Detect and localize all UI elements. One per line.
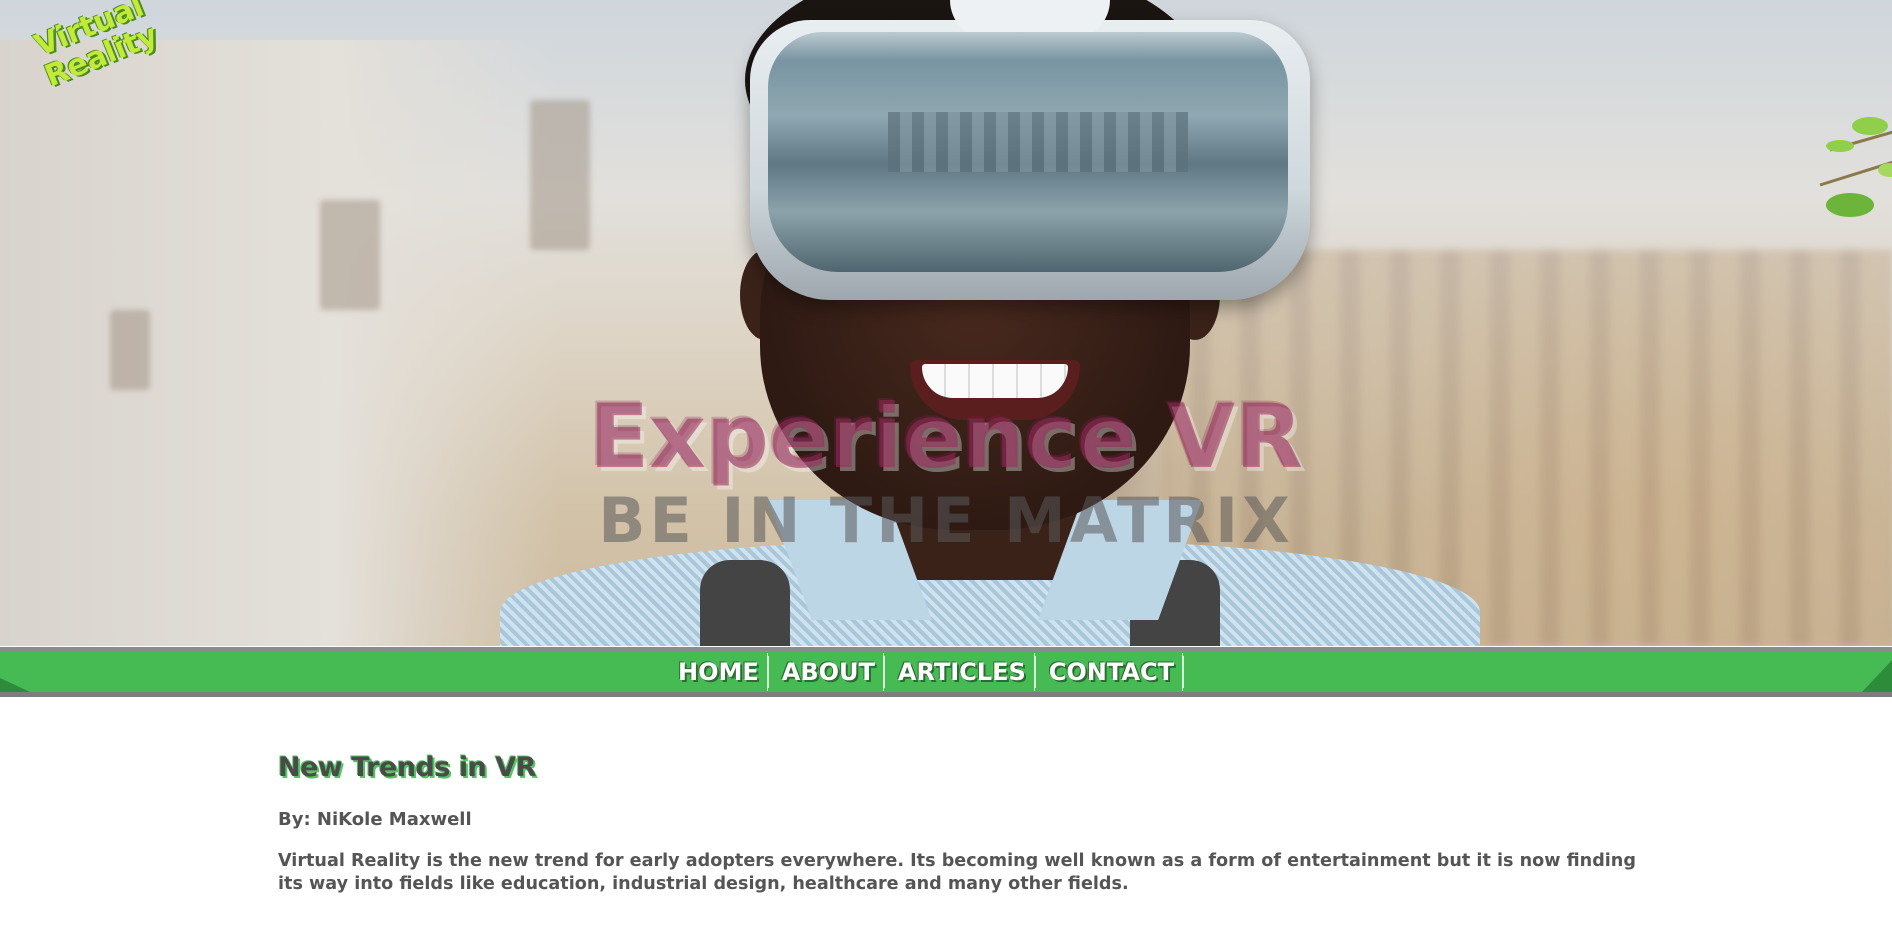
article: New Trends in VR By: NiKole Maxwell Virt… bbox=[278, 752, 1638, 896]
nav-list: HOME ABOUT ARTICLES CONTACT bbox=[670, 651, 1189, 692]
nav-link-articles[interactable]: ARTICLES bbox=[898, 658, 1026, 686]
hero-title: Experience VR bbox=[589, 385, 1303, 488]
hero-subtitle: BE IN THE MATRIX bbox=[598, 484, 1294, 557]
nav-item-about[interactable]: ABOUT bbox=[774, 652, 884, 691]
nav-item-articles[interactable]: ARTICLES bbox=[890, 652, 1035, 691]
nav-item-home[interactable]: HOME bbox=[670, 652, 768, 691]
nav-corner-left bbox=[0, 678, 30, 692]
hero-background-wall bbox=[0, 40, 560, 646]
backpack-strap-left bbox=[700, 560, 790, 646]
article-byline: By: NiKole Maxwell bbox=[278, 809, 472, 830]
hero-banner: Experience VR BE IN THE MATRIX Virtual R… bbox=[0, 0, 1892, 646]
vr-headset bbox=[750, 0, 1310, 300]
nav-link-contact[interactable]: CONTACT bbox=[1049, 658, 1174, 686]
article-body: Virtual Reality is the new trend for ear… bbox=[278, 851, 1636, 894]
main-nav: HOME ABOUT ARTICLES CONTACT bbox=[0, 647, 1892, 697]
visor-reflection bbox=[888, 112, 1188, 172]
leaves-decoration bbox=[1819, 117, 1892, 217]
nav-item-contact[interactable]: CONTACT bbox=[1041, 652, 1183, 691]
hero-background-window bbox=[110, 310, 150, 390]
nav-link-home[interactable]: HOME bbox=[678, 658, 759, 686]
nav-link-about[interactable]: ABOUT bbox=[782, 658, 875, 686]
hero-background-window bbox=[530, 100, 590, 250]
headset-visor bbox=[768, 32, 1288, 272]
hero-background-window bbox=[320, 200, 380, 310]
article-title: New Trends in VR bbox=[278, 752, 536, 783]
nav-corner-right bbox=[1862, 660, 1892, 692]
